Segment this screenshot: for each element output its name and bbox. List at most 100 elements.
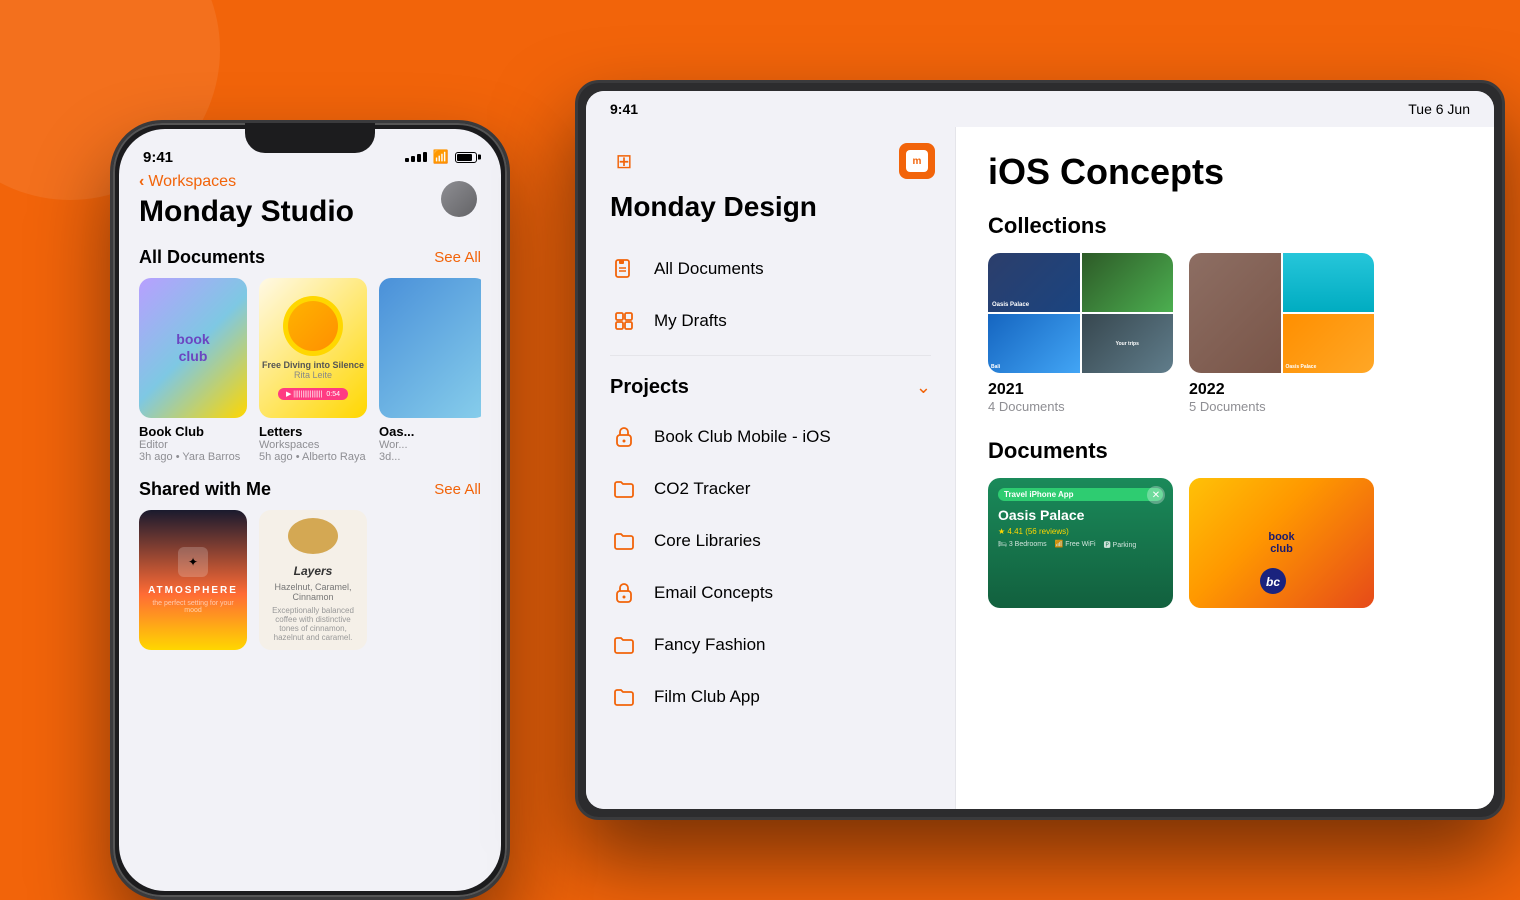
atmosphere-text: ATMOSPHERE — [148, 585, 238, 596]
thumb-herbs-cell — [1189, 253, 1281, 373]
close-button[interactable]: ✕ — [1147, 486, 1165, 504]
collection-2022-mosaic: Oasis Palace — [1189, 253, 1374, 373]
folder-icon-4 — [610, 631, 638, 659]
thumb-teal-cell — [1283, 253, 1375, 312]
back-nav[interactable]: ‹ Workspaces — [139, 173, 481, 191]
amenity-wifi: 📶 Free WiFi — [1055, 540, 1096, 550]
thumb-oasis-cell: Oasis Palace — [988, 253, 1080, 312]
avatar[interactable] — [441, 181, 477, 217]
document-travel-iphone[interactable]: Travel iPhone App Oasis Palace ★ 4.41 (5… — [988, 478, 1173, 608]
doc-card-letters[interactable]: Free Diving into SilenceRita Leite ▶ |||… — [259, 278, 367, 463]
sidebar-item-co2-tracker[interactable]: CO2 Tracker — [586, 463, 955, 515]
ipad-main-content: iOS Concepts Collections Oasis Palace — [956, 127, 1494, 809]
star-rating: ★ 4.41 (56 reviews) — [998, 527, 1163, 536]
collections-grid: Oasis Palace Bali Your trips 2021 4 Docu… — [988, 253, 1462, 414]
doc-card-meta-0: Editor 3h ago • Yara Barros — [139, 439, 247, 463]
shared-card-layers[interactable]: Layers Hazelnut, Caramel, Cinnamon Excep… — [259, 510, 367, 650]
ipad-device: 9:41 Tue 6 Jun ⊞ m Monday Design — [575, 80, 1505, 820]
thumb-verde-cell — [1082, 253, 1174, 312]
chevron-left-icon: ‹ — [139, 173, 144, 191]
shared-see-all[interactable]: See All — [434, 481, 481, 498]
ipad-status-bar: 9:41 Tue 6 Jun — [586, 91, 1494, 127]
lock-icon-0 — [610, 423, 638, 451]
sidebar-panel-button[interactable]: ⊞ — [606, 143, 642, 179]
travel-iphone-thumbnail: Travel iPhone App Oasis Palace ★ 4.41 (5… — [988, 478, 1173, 608]
doc-card-oasis[interactable]: Oas... Wor... 3d... — [379, 278, 481, 463]
document-book-club[interactable]: bookclub bc — [1189, 478, 1374, 608]
shared-cards: ✦ ATMOSPHERE the perfect setting for you… — [139, 510, 481, 650]
sidebar-item-email-concepts[interactable]: Email Concepts — [586, 567, 955, 619]
iphone-status-icons: 📶 — [405, 149, 477, 165]
collection-2021[interactable]: Oasis Palace Bali Your trips 2021 4 Docu… — [988, 253, 1173, 414]
thumb-trips-cell: Your trips — [1082, 314, 1174, 373]
letters-thumbnail: Free Diving into SilenceRita Leite ▶ |||… — [259, 278, 367, 418]
sidebar-item-film-club-app[interactable]: Film Club App — [586, 671, 955, 723]
documents-grid: Travel iPhone App Oasis Palace ★ 4.41 (5… — [988, 478, 1462, 608]
projects-header[interactable]: Projects ⌄ — [586, 364, 955, 411]
ipad-frame: 9:41 Tue 6 Jun ⊞ m Monday Design — [575, 80, 1505, 820]
book-club-2-thumbnail: bookclub bc — [1189, 478, 1374, 608]
doc-card-meta-1: Workspaces 5h ago • Alberto Raya — [259, 439, 367, 463]
oasis-thumbnail — [379, 278, 481, 418]
lock-icon-3 — [610, 579, 638, 607]
ipad-time: 9:41 — [610, 101, 638, 117]
iphone-content: ‹ Workspaces Monday Studio All Documents… — [119, 173, 501, 650]
all-documents-header: All Documents See All — [139, 247, 481, 268]
shared-with-me-header: Shared with Me See All — [139, 479, 481, 500]
ipad-screen: 9:41 Tue 6 Jun ⊞ m Monday Design — [586, 91, 1494, 809]
book-club-thumbnail: bookclub — [139, 278, 247, 418]
sidebar-item-fancy-fashion[interactable]: Fancy Fashion — [586, 619, 955, 671]
project-label-2: Core Libraries — [654, 531, 761, 551]
folder-icon-1 — [610, 475, 638, 503]
collection-2022-year: 2022 — [1189, 381, 1374, 399]
panel-layout-icon: ⊞ — [616, 149, 633, 174]
atmosphere-thumbnail: ✦ ATMOSPHERE the perfect setting for you… — [139, 510, 247, 650]
collection-2021-thumb: Oasis Palace Bali Your trips — [988, 253, 1173, 373]
collection-2021-mosaic: Oasis Palace Bali Your trips — [988, 253, 1173, 373]
thumb-bali-cell: Bali — [988, 314, 1080, 373]
project-label-3: Email Concepts — [654, 583, 773, 603]
book-club-thumb-text: bookclub — [176, 331, 209, 365]
document-book-club-thumb: bookclub bc — [1189, 478, 1374, 608]
sidebar-divider — [610, 355, 931, 356]
ipad-sidebar: ⊞ m Monday Design — [586, 127, 956, 809]
back-label[interactable]: Workspaces — [148, 173, 236, 191]
iphone-frame: 9:41 📶 — [110, 120, 510, 900]
documents-heading: Documents — [988, 438, 1462, 464]
collections-heading: Collections — [988, 213, 1462, 239]
collection-2022[interactable]: Oasis Palace 2022 5 Documents — [1189, 253, 1374, 414]
all-documents-label: All Documents — [139, 247, 265, 268]
doc-card-meta-2: Wor... 3d... — [379, 439, 481, 463]
projects-label: Projects — [610, 376, 689, 399]
all-documents-see-all[interactable]: See All — [434, 249, 481, 266]
monday-logo-button[interactable]: m — [899, 143, 935, 179]
signal-bars-icon — [405, 152, 427, 162]
iphone-device: 9:41 📶 — [110, 120, 510, 900]
sidebar-item-my-drafts[interactable]: My Drafts — [586, 295, 955, 347]
monday-logo: m — [906, 150, 928, 172]
wifi-icon: 📶 — [433, 149, 449, 165]
project-label-5: Film Club App — [654, 687, 760, 707]
document-icon — [610, 255, 638, 283]
iphone-screen: 9:41 📶 — [119, 129, 501, 891]
folder-icon-2 — [610, 527, 638, 555]
sidebar-item-all-documents[interactable]: All Documents — [586, 243, 955, 295]
layers-title-text: Layers — [294, 564, 333, 578]
projects-chevron-icon: ⌄ — [916, 377, 931, 398]
sidebar-item-core-libraries[interactable]: Core Libraries — [586, 515, 955, 567]
drafts-icon — [610, 307, 638, 335]
project-label-1: CO2 Tracker — [654, 479, 750, 499]
project-label-4: Fancy Fashion — [654, 635, 766, 655]
amenity-bedrooms: 🛏 3 Bedrooms — [998, 540, 1047, 550]
collection-2022-thumb: Oasis Palace — [1189, 253, 1374, 373]
shared-card-atmosphere[interactable]: ✦ ATMOSPHERE the perfect setting for you… — [139, 510, 247, 650]
doc-card-book-club[interactable]: bookclub Book Club Editor 3h ago • Yara … — [139, 278, 247, 463]
ipad-layout: ⊞ m Monday Design — [586, 91, 1494, 809]
sidebar-top-icons: ⊞ m — [586, 143, 955, 191]
sidebar-item-book-club-mobile[interactable]: Book Club Mobile - iOS — [586, 411, 955, 463]
doc-card-thumb-letters: Free Diving into SilenceRita Leite ▶ |||… — [259, 278, 367, 418]
collection-2021-year: 2021 — [988, 381, 1173, 399]
close-icon: ✕ — [1152, 490, 1160, 501]
thumb-orange-cell: Oasis Palace — [1283, 314, 1375, 373]
document-travel-thumb: Travel iPhone App Oasis Palace ★ 4.41 (5… — [988, 478, 1173, 608]
